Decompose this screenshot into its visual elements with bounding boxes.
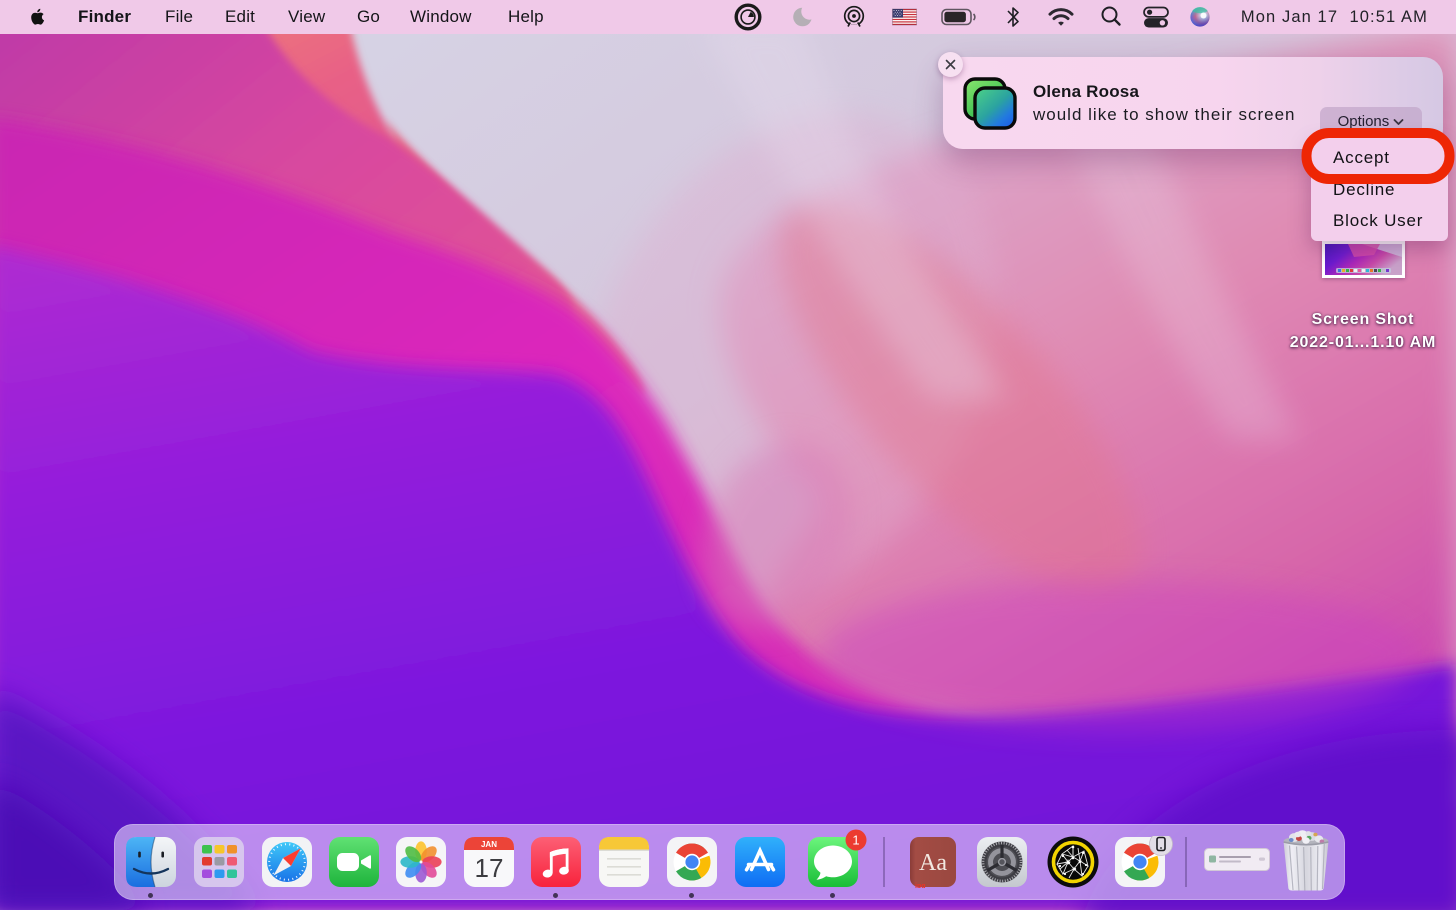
svg-text:jpg: jpg [914,883,926,888]
svg-text:Aa: Aa [919,850,947,876]
svg-text:JAN: JAN [481,840,497,849]
svg-text:1: 1 [852,833,859,848]
svg-text:17: 17 [475,853,504,883]
